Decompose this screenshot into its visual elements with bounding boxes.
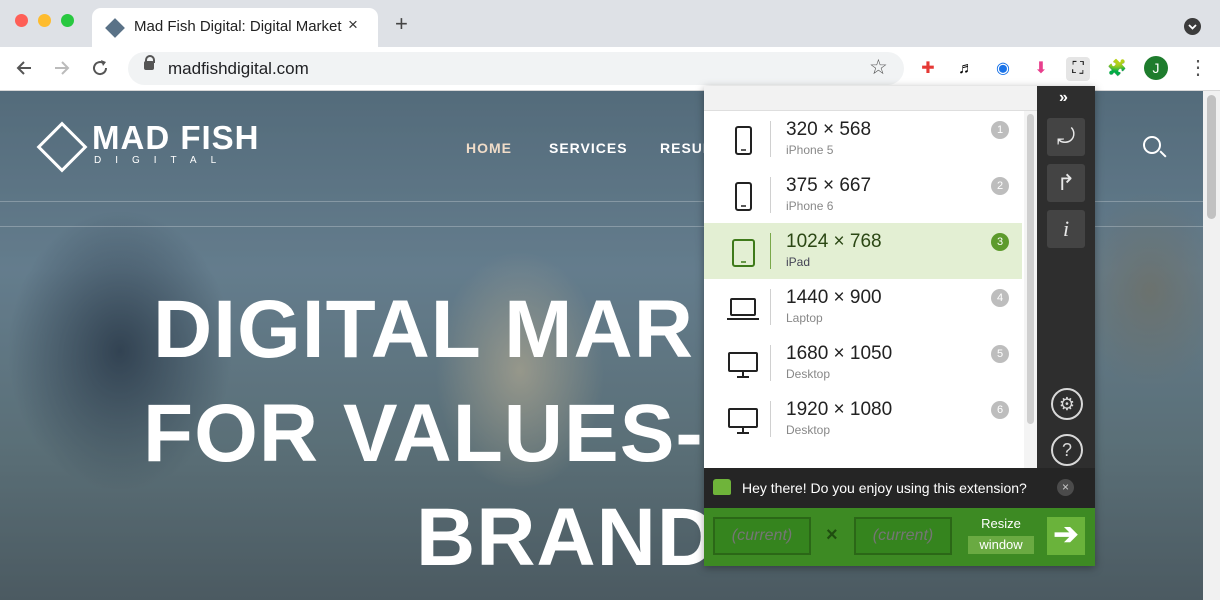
site-favicon-icon bbox=[105, 18, 125, 38]
preset-number-badge: 3 bbox=[991, 233, 1009, 251]
puzzle-icon[interactable]: 🧩 bbox=[1105, 57, 1129, 81]
url-text[interactable]: madfishdigital.com bbox=[168, 59, 309, 79]
preset-dimensions: 1920 × 1080 bbox=[786, 399, 893, 420]
preset-list[interactable]: 320 × 568 iPhone 5 1 375 × 667 iPhone 6 … bbox=[704, 111, 1022, 468]
hero-line-1: DIGITAL MAR bbox=[153, 284, 694, 375]
help-icon[interactable]: ? bbox=[1051, 434, 1083, 466]
row-divider bbox=[770, 177, 771, 213]
feedback-text[interactable]: Hey there! Do you enjoy using this exten… bbox=[742, 480, 1027, 496]
music-icon[interactable]: ♬ bbox=[954, 57, 978, 81]
row-divider bbox=[770, 289, 771, 325]
back-button[interactable] bbox=[14, 58, 34, 78]
height-input[interactable] bbox=[854, 517, 952, 555]
tools-button[interactable]: ↱ bbox=[1047, 164, 1085, 202]
preset-dimensions: 1024 × 768 bbox=[786, 231, 882, 252]
preset-number-badge: 6 bbox=[991, 401, 1009, 419]
preset-device-name: Desktop bbox=[786, 423, 831, 437]
zoom-window-button[interactable] bbox=[61, 14, 74, 27]
tab-search-button[interactable] bbox=[1184, 18, 1201, 35]
preset-row[interactable]: 320 × 568 iPhone 5 1 bbox=[704, 111, 1022, 167]
preset-list-scroll-thumb[interactable] bbox=[1027, 114, 1034, 424]
nav-services[interactable]: SERVICES bbox=[549, 140, 628, 156]
resize-bar: × Resize window ➔ bbox=[704, 508, 1095, 566]
preset-device-name: iPad bbox=[786, 255, 811, 269]
settings-gear-icon[interactable]: ⚙ bbox=[1051, 388, 1083, 420]
popup-sidebar: » ⤾ ↱ i ⚙ ? bbox=[1037, 86, 1095, 468]
hero-line-3: BRAND bbox=[416, 492, 718, 583]
address-bar[interactable]: madfishdigital.com ☆ bbox=[128, 52, 904, 85]
desktop-icon bbox=[728, 408, 758, 434]
preset-device-name: iPhone 6 bbox=[786, 199, 834, 213]
download-icon[interactable]: ⬇ bbox=[1029, 57, 1053, 81]
preset-row[interactable]: 375 × 667 iPhone 6 2 bbox=[704, 167, 1022, 223]
color-picker-icon[interactable]: ✚ bbox=[916, 57, 940, 81]
forward-button[interactable] bbox=[52, 58, 72, 78]
phone-icon bbox=[735, 182, 752, 211]
more-menu-icon[interactable]: ⋮ bbox=[1188, 55, 1208, 80]
resize-label: Resize bbox=[981, 516, 1021, 531]
reload-button[interactable] bbox=[90, 58, 110, 78]
times-symbol: × bbox=[826, 524, 838, 546]
new-tab-button[interactable]: + bbox=[395, 13, 408, 35]
site-search-icon[interactable] bbox=[1143, 136, 1161, 154]
phone-icon bbox=[735, 126, 752, 155]
preset-device-name: iPhone 5 bbox=[786, 143, 834, 157]
page-scroll-thumb[interactable] bbox=[1207, 95, 1216, 219]
row-divider bbox=[770, 345, 771, 381]
desktop-icon bbox=[728, 352, 758, 378]
preset-device-name: Desktop bbox=[786, 367, 831, 381]
tab-close-button[interactable]: × bbox=[348, 15, 358, 35]
preset-row[interactable]: 1440 × 900 Laptop 4 bbox=[704, 279, 1022, 335]
preset-row[interactable]: 1920 × 1080 Desktop 6 bbox=[704, 391, 1022, 447]
preset-row-selected[interactable]: 1024 × 768 iPad 3 bbox=[704, 223, 1022, 279]
viewport-info-button[interactable]: i bbox=[1047, 210, 1085, 248]
tablet-icon bbox=[732, 239, 755, 267]
preset-dimensions: 320 × 568 bbox=[786, 119, 872, 140]
feedback-close-button[interactable]: × bbox=[1057, 479, 1074, 496]
preset-device-name: Laptop bbox=[786, 311, 823, 325]
preset-dimensions: 1680 × 1050 bbox=[786, 343, 893, 364]
width-input[interactable] bbox=[713, 517, 811, 555]
password-icon[interactable]: ◉ bbox=[991, 57, 1015, 81]
thumbs-up-icon[interactable] bbox=[713, 479, 731, 495]
lock-icon bbox=[144, 55, 155, 70]
preset-number-badge: 4 bbox=[991, 289, 1009, 307]
preset-number-badge: 2 bbox=[991, 177, 1009, 195]
popup-header bbox=[704, 86, 1037, 111]
resize-window-toggle[interactable]: window bbox=[968, 536, 1034, 554]
bookmark-star-icon[interactable]: ☆ bbox=[869, 55, 888, 80]
apply-resize-button[interactable]: ➔ bbox=[1047, 517, 1085, 555]
row-divider bbox=[770, 121, 771, 157]
row-divider bbox=[770, 233, 771, 269]
laptop-icon bbox=[727, 298, 759, 320]
tab-title: Mad Fish Digital: Digital Market bbox=[134, 18, 342, 35]
browser-tab[interactable]: Mad Fish Digital: Digital Market × bbox=[92, 8, 378, 47]
hero-line-2: FOR VALUES- bbox=[143, 388, 704, 479]
chevron-down-icon bbox=[1188, 24, 1197, 30]
rotate-viewport-button[interactable]: ⤾ bbox=[1047, 118, 1085, 156]
nav-home[interactable]: HOME bbox=[466, 140, 512, 156]
feedback-bar: Hey there! Do you enjoy using this exten… bbox=[704, 468, 1095, 508]
preset-number-badge: 5 bbox=[991, 345, 1009, 363]
preset-dimensions: 375 × 667 bbox=[786, 175, 872, 196]
resizer-popup: 320 × 568 iPhone 5 1 375 × 667 iPhone 6 … bbox=[704, 86, 1095, 566]
window-resizer-icon[interactable]: ⛶ bbox=[1066, 57, 1090, 81]
preset-number-badge: 1 bbox=[991, 121, 1009, 139]
close-window-button[interactable] bbox=[15, 14, 28, 27]
preset-dimensions: 1440 × 900 bbox=[786, 287, 882, 308]
minimize-window-button[interactable] bbox=[38, 14, 51, 27]
logo-subtext: DIGITAL bbox=[94, 155, 231, 166]
profile-avatar[interactable]: J bbox=[1144, 56, 1168, 80]
logo-text[interactable]: MAD FISH bbox=[92, 119, 260, 157]
expand-chevron-icon[interactable]: » bbox=[1059, 89, 1068, 107]
preset-row[interactable]: 1680 × 1050 Desktop 5 bbox=[704, 335, 1022, 391]
row-divider bbox=[770, 401, 771, 437]
tab-strip: Mad Fish Digital: Digital Market × + bbox=[0, 0, 1220, 47]
